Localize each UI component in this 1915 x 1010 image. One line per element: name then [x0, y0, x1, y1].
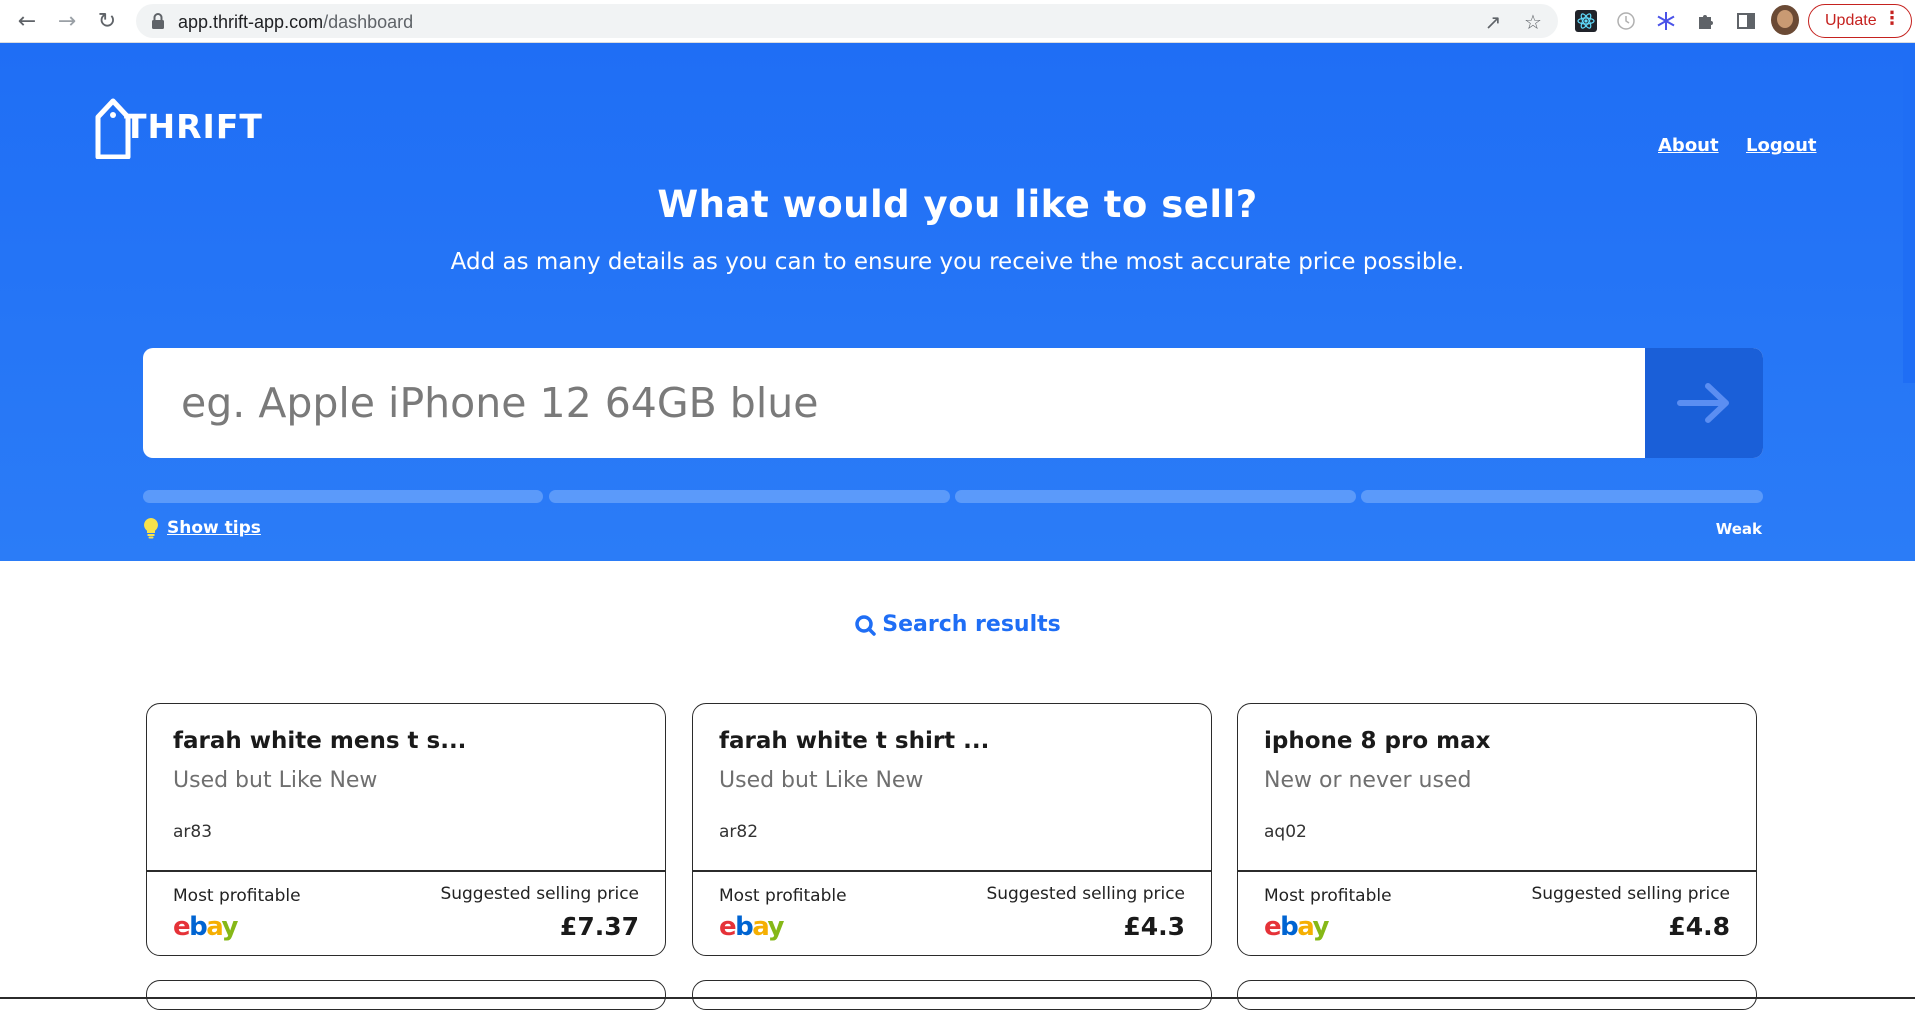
- strength-segment: [955, 490, 1356, 503]
- thrift-logo[interactable]: THRIFT: [94, 93, 262, 159]
- strength-label: Weak: [1715, 520, 1762, 538]
- forward-icon[interactable]: →: [54, 8, 80, 34]
- result-card[interactable]: farah white t shirt ... Used but Like Ne…: [692, 703, 1212, 956]
- search-input[interactable]: [143, 348, 1645, 458]
- result-card[interactable]: [1237, 980, 1757, 1010]
- card-price: £7.37: [559, 912, 639, 941]
- url-text[interactable]: app.thrift-app.com/dashboard: [178, 12, 413, 33]
- result-card[interactable]: [692, 980, 1212, 1010]
- most-profitable-label: Most profitable: [719, 886, 847, 906]
- result-card[interactable]: [146, 980, 666, 1010]
- card-code: aq02: [1264, 822, 1307, 842]
- timer-extension-icon[interactable]: [1614, 9, 1638, 33]
- avatar[interactable]: [1771, 5, 1799, 35]
- search-box: [143, 348, 1763, 458]
- search-results-label: Search results: [882, 612, 1061, 637]
- ebay-logo: ebay: [173, 912, 239, 942]
- suggested-price-label: Suggested selling price: [440, 884, 639, 904]
- suggested-price-label: Suggested selling price: [986, 884, 1185, 904]
- sidepanel-icon[interactable]: [1734, 9, 1758, 33]
- puzzle-icon[interactable]: [1694, 9, 1718, 33]
- back-icon[interactable]: ←: [14, 8, 40, 34]
- card-divider: [1238, 870, 1756, 872]
- about-link[interactable]: About: [1658, 135, 1719, 156]
- lock-icon: [152, 13, 164, 29]
- card-condition: Used but Like New: [719, 768, 924, 793]
- strength-segment: [1361, 490, 1763, 503]
- menu-icon: ⋮: [1883, 8, 1901, 29]
- star-icon[interactable]: ☆: [1522, 10, 1544, 34]
- scrollbar[interactable]: [1903, 43, 1915, 383]
- lightbulb-icon: [144, 518, 158, 539]
- ebay-logo: ebay: [1264, 912, 1330, 942]
- card-divider: [693, 870, 1211, 872]
- most-profitable-label: Most profitable: [1264, 886, 1392, 906]
- suggested-price-label: Suggested selling price: [1531, 884, 1730, 904]
- card-condition: Used but Like New: [173, 768, 378, 793]
- share-icon[interactable]: ↗: [1482, 10, 1504, 34]
- card-code: ar82: [719, 822, 759, 842]
- reload-icon[interactable]: ↻: [94, 8, 120, 34]
- result-card[interactable]: farah white mens t s... Used but Like Ne…: [146, 703, 666, 956]
- card-price: £4.3: [1123, 912, 1185, 941]
- card-title: iphone 8 pro max: [1264, 728, 1491, 754]
- search-results-heading: Search results: [0, 612, 1915, 637]
- search-submit-button[interactable]: [1645, 348, 1763, 458]
- update-button[interactable]: Update ⋮: [1808, 4, 1912, 38]
- result-card[interactable]: iphone 8 pro max New or never used aq02 …: [1237, 703, 1757, 956]
- most-profitable-label: Most profitable: [173, 886, 301, 906]
- card-code: ar83: [173, 822, 213, 842]
- search-icon: [855, 614, 876, 636]
- show-tips-link[interactable]: Show tips: [167, 518, 261, 538]
- logo-text: THRIFT: [124, 107, 263, 146]
- page-subtitle: Add as many details as you can to ensure…: [450, 249, 1465, 275]
- update-label: Update: [1825, 12, 1877, 29]
- logout-link[interactable]: Logout: [1746, 135, 1817, 156]
- snowflake-extension-icon[interactable]: [1654, 9, 1678, 33]
- ebay-logo: ebay: [719, 912, 785, 942]
- card-price: £4.8: [1668, 912, 1730, 941]
- react-devtools-icon[interactable]: [1574, 9, 1598, 33]
- strength-segment: [549, 490, 950, 503]
- card-divider: [147, 870, 665, 872]
- card-condition: New or never used: [1264, 768, 1472, 793]
- arrow-right-icon: [1677, 383, 1729, 423]
- hero-section: THRIFT About Logout What would you like …: [0, 43, 1915, 561]
- card-title: farah white mens t s...: [173, 728, 467, 754]
- strength-segment: [143, 490, 543, 503]
- show-tips[interactable]: Show tips: [143, 517, 261, 539]
- address-bar[interactable]: app.thrift-app.com/dashboard ↗ ☆: [136, 4, 1558, 38]
- browser-toolbar: ← → ↻ app.thrift-app.com/dashboard ↗ ☆ U…: [0, 0, 1915, 43]
- page-title: What would you like to sell?: [657, 183, 1258, 226]
- card-title: farah white t shirt ...: [719, 728, 990, 754]
